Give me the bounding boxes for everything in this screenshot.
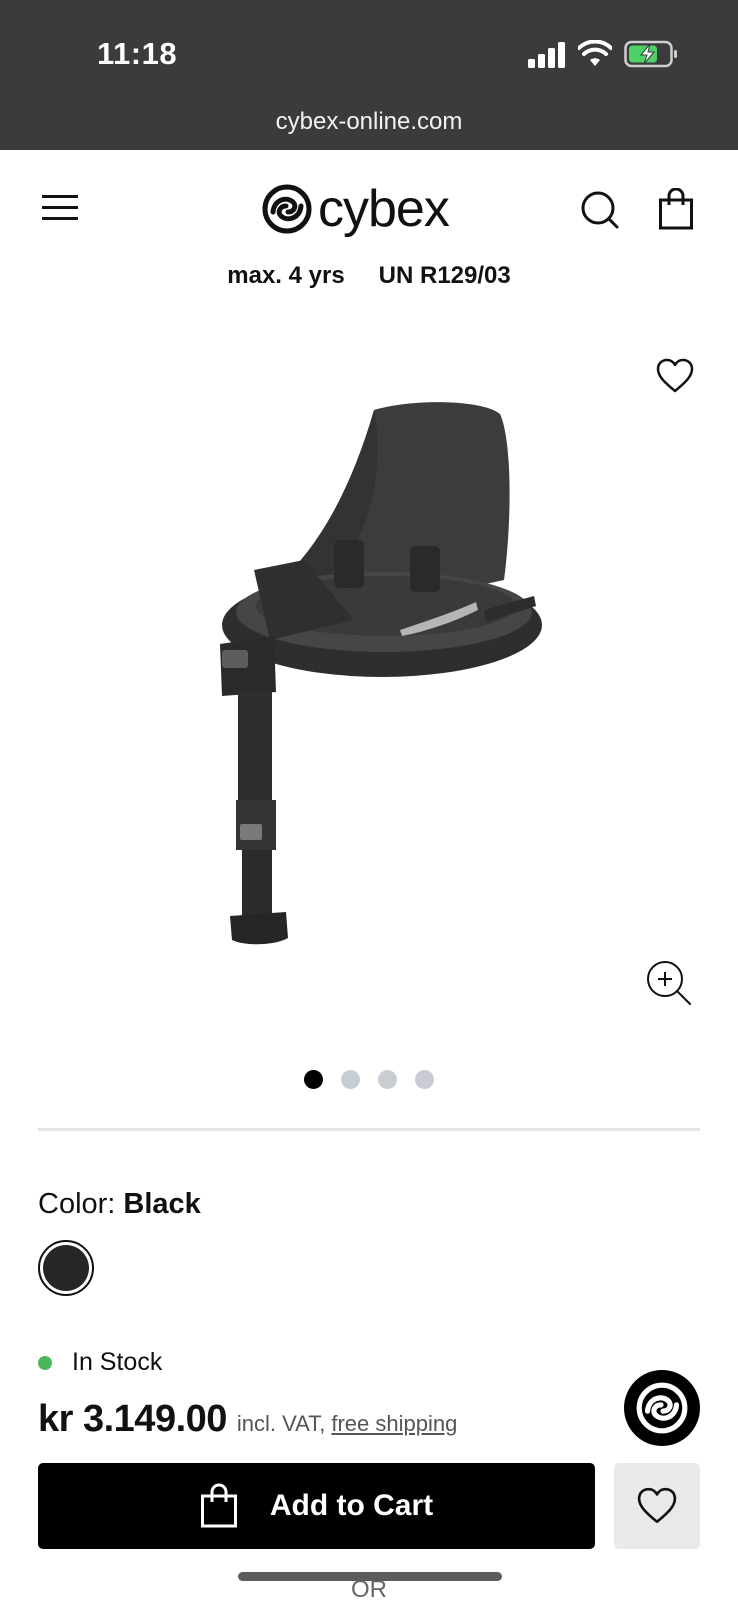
stock-text: In Stock (72, 1348, 163, 1376)
carousel-dot-4[interactable] (415, 1070, 434, 1089)
cellular-signal-icon (528, 42, 565, 68)
shopping-bag-icon (200, 1483, 237, 1528)
chat-button[interactable] (624, 1370, 700, 1446)
search-icon[interactable] (580, 190, 620, 230)
heart-icon (637, 1487, 677, 1524)
divider (38, 1128, 700, 1131)
product-image[interactable] (214, 400, 544, 970)
swatch-fill (43, 1245, 89, 1291)
battery-charging-icon (624, 40, 677, 68)
carousel-dots (0, 1070, 738, 1089)
add-to-cart-button[interactable]: Add to Cart (38, 1463, 595, 1549)
status-bar: 11:18 cybex-online.com (0, 0, 738, 150)
stock-indicator-dot (38, 1355, 52, 1370)
product-specs: max. 4 yrs UN R129/03 (0, 262, 738, 290)
status-time: 11:18 (97, 36, 178, 71)
color-label: Color: (38, 1188, 116, 1220)
brand-name: cybex (318, 180, 450, 238)
zoom-in-icon[interactable] (646, 960, 692, 1006)
heart-icon[interactable] (656, 358, 694, 394)
carousel-dot-2[interactable] (341, 1070, 360, 1089)
carousel-dot-1[interactable] (304, 1070, 323, 1089)
color-value: Black (123, 1188, 201, 1220)
age-spec: max. 4 yrs (227, 262, 345, 289)
cybex-logo-mark (636, 1382, 688, 1434)
site-header: cybex (0, 150, 738, 250)
carousel-dot-3[interactable] (378, 1070, 397, 1089)
home-indicator[interactable] (238, 1572, 502, 1581)
hamburger-menu-icon[interactable] (40, 192, 80, 222)
free-shipping-link[interactable]: free shipping (331, 1411, 457, 1437)
wifi-icon (578, 40, 612, 66)
color-selector-label: Color: Black (38, 1188, 201, 1221)
add-to-wishlist-button[interactable] (614, 1463, 700, 1549)
price-row: kr 3.149.00 incl. VAT, free shipping (38, 1398, 457, 1441)
url-bar[interactable]: cybex-online.com (0, 108, 738, 136)
product-price: kr 3.149.00 (38, 1398, 227, 1440)
shopping-bag-icon[interactable] (658, 188, 694, 230)
vat-note: incl. VAT, (236, 1411, 326, 1436)
add-to-cart-label: Add to Cart (269, 1489, 434, 1522)
cybex-logo[interactable]: cybex (260, 176, 450, 242)
color-swatch-black[interactable] (38, 1240, 94, 1296)
stock-status: In Stock (38, 1348, 162, 1377)
standard-spec: UN R129/03 (378, 262, 511, 289)
cybex-logo-mark (262, 184, 312, 234)
